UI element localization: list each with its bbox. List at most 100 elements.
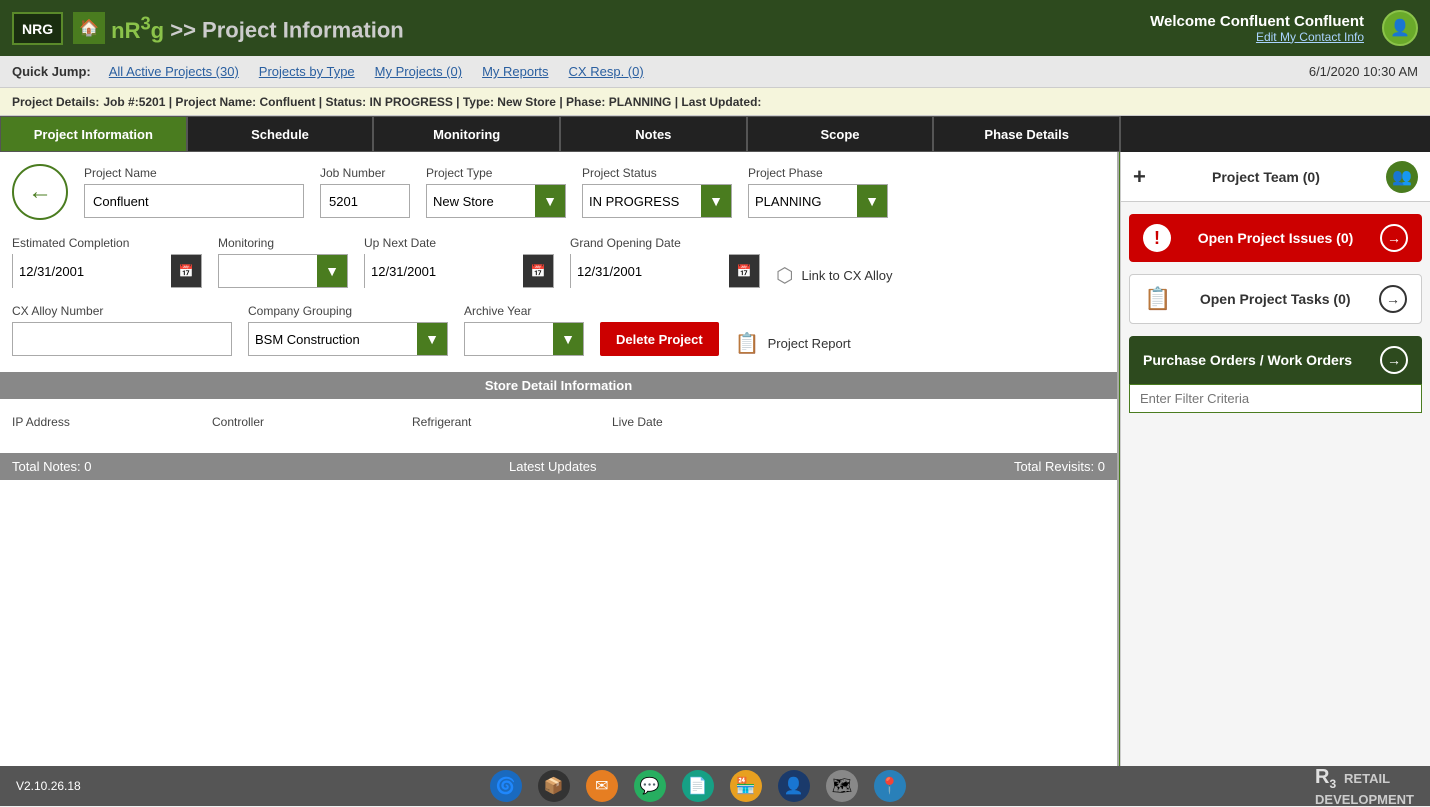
quick-jump-my-reports[interactable]: My Reports <box>474 64 556 79</box>
retail-logo: R3 RETAILDEVELOPMENT <box>1315 766 1414 807</box>
project-phase-group: Project Phase PLANNING ACTIVE CLOSED ▼ <box>748 166 888 218</box>
monitoring-select-wrapper: Yes No ▼ <box>218 254 348 288</box>
monitoring-label: Monitoring <box>218 236 348 250</box>
app-header: NRG 🏠 nR3g >> Project Information Welcom… <box>0 0 1430 56</box>
add-team-member-button[interactable]: + <box>1133 164 1146 190</box>
tab-phase-details[interactable]: Phase Details <box>933 116 1120 152</box>
project-name-input[interactable] <box>84 184 304 218</box>
tab-notes[interactable]: Notes <box>560 116 747 152</box>
right-panel: + Project Team (0) 👥 ! Open Project Issu… <box>1120 152 1430 766</box>
company-grouping-select[interactable]: BSM Construction Other <box>249 328 417 351</box>
cx-alloy-icon: ⬡ <box>776 263 793 288</box>
project-status-select[interactable]: IN PROGRESS COMPLETE ON HOLD <box>583 190 701 213</box>
header-right: Welcome Confluent Confluent Edit My Cont… <box>1150 13 1364 44</box>
link-cx-alloy-btn[interactable]: ⬡ Link to CX Alloy <box>776 263 893 288</box>
tab-schedule[interactable]: Schedule <box>187 116 374 152</box>
tasks-label: Open Project Tasks (0) <box>1200 291 1351 307</box>
job-number-input[interactable] <box>320 184 410 218</box>
up-next-input[interactable] <box>365 254 523 288</box>
powo-section[interactable]: Purchase Orders / Work Orders → <box>1129 336 1422 384</box>
tab-scope[interactable]: Scope <box>747 116 934 152</box>
monitoring-dropdown-btn[interactable]: ▼ <box>317 255 347 287</box>
est-completion-date-wrapper: 📅 <box>12 254 202 288</box>
total-notes: Total Notes: 0 <box>12 459 92 474</box>
grand-opening-label: Grand Opening Date <box>570 236 760 250</box>
avatar: 👤 <box>1382 10 1418 46</box>
project-status-dropdown-btn[interactable]: ▼ <box>701 185 731 217</box>
version-label: V2.10.26.18 <box>16 779 81 793</box>
monitoring-group: Monitoring Yes No ▼ <box>218 236 348 288</box>
archive-year-select-wrapper: 2020 2021 ▼ <box>464 322 584 356</box>
footer: V2.10.26.18 🌀 📦 ✉ 💬 📄 🏪 👤 🗺 📍 R3 RETAILD… <box>0 766 1430 806</box>
grand-opening-group: Grand Opening Date 📅 <box>570 236 760 288</box>
cx-alloy-label: CX Alloy Number <box>12 304 232 318</box>
project-phase-select[interactable]: PLANNING ACTIVE CLOSED <box>749 190 857 213</box>
project-phase-dropdown-btn[interactable]: ▼ <box>857 185 887 217</box>
project-phase-label: Project Phase <box>748 166 888 180</box>
job-number-label: Job Number <box>320 166 410 180</box>
project-status-label: Project Status <box>582 166 732 180</box>
grand-opening-calendar-btn[interactable]: 📅 <box>729 255 759 287</box>
project-type-dropdown-btn[interactable]: ▼ <box>535 185 565 217</box>
cx-alloy-input[interactable] <box>12 322 232 356</box>
footer-icon-4[interactable]: 💬 <box>634 770 666 802</box>
team-icon: 👥 <box>1386 161 1418 193</box>
header-left: NRG 🏠 nR3g >> Project Information <box>12 12 404 45</box>
project-report-label: Project Report <box>768 336 851 351</box>
company-grouping-select-wrapper: BSM Construction Other ▼ <box>248 322 448 356</box>
project-details-bar: Project Details: Job #:5201 | Project Na… <box>0 88 1430 116</box>
footer-icon-7[interactable]: 👤 <box>778 770 810 802</box>
archive-year-dropdown-btn[interactable]: ▼ <box>553 323 583 355</box>
delete-project-button[interactable]: Delete Project <box>600 322 719 356</box>
footer-icon-2[interactable]: 📦 <box>538 770 570 802</box>
quick-jump-my-projects[interactable]: My Projects (0) <box>367 64 470 79</box>
grand-opening-input[interactable] <box>571 254 729 288</box>
quick-jump-by-type[interactable]: Projects by Type <box>251 64 363 79</box>
est-completion-calendar-btn[interactable]: 📅 <box>171 255 201 287</box>
footer-icon-6[interactable]: 🏪 <box>730 770 762 802</box>
project-status-select-wrapper: IN PROGRESS COMPLETE ON HOLD ▼ <box>582 184 732 218</box>
open-project-tasks-button[interactable]: 📋 Open Project Tasks (0) → <box>1129 274 1422 324</box>
footer-icon-8[interactable]: 🗺 <box>826 770 858 802</box>
company-grouping-label: Company Grouping <box>248 304 448 318</box>
footer-icon-3[interactable]: ✉ <box>586 770 618 802</box>
tab-project-information[interactable]: Project Information <box>0 116 187 152</box>
grand-opening-date-wrapper: 📅 <box>570 254 760 288</box>
open-project-issues-button[interactable]: ! Open Project Issues (0) → <box>1129 214 1422 262</box>
ip-address-label: IP Address <box>12 415 182 429</box>
footer-icon-1[interactable]: 🌀 <box>490 770 522 802</box>
edit-contact-link[interactable]: Edit My Contact Info <box>1150 30 1364 44</box>
up-next-calendar-btn[interactable]: 📅 <box>523 255 553 287</box>
est-completion-input[interactable] <box>13 254 171 288</box>
project-report-btn[interactable]: 📋 Project Report <box>735 331 851 356</box>
project-report-icon: 📋 <box>735 331 760 356</box>
powo-arrow-icon: → <box>1380 346 1408 374</box>
tab-monitoring[interactable]: Monitoring <box>373 116 560 152</box>
link-cx-alloy-label: Link to CX Alloy <box>801 268 892 283</box>
project-status-group: Project Status IN PROGRESS COMPLETE ON H… <box>582 166 732 218</box>
est-completion-group: Estimated Completion 📅 <box>12 236 202 288</box>
quick-jump-cx-resp[interactable]: CX Resp. (0) <box>561 64 652 79</box>
project-type-select[interactable]: New Store Remodel Service <box>427 190 535 213</box>
monitoring-select[interactable]: Yes No <box>219 260 317 283</box>
archive-year-select[interactable]: 2020 2021 <box>465 328 553 351</box>
quick-jump-all-active[interactable]: All Active Projects (30) <box>101 64 247 79</box>
est-completion-label: Estimated Completion <box>12 236 202 250</box>
app-title: nR3g >> Project Information <box>111 12 404 43</box>
project-details-label: Project Details: <box>12 95 99 109</box>
live-date-label: Live Date <box>612 415 782 429</box>
project-name-group: Project Name <box>84 166 304 218</box>
tasks-arrow-icon: → <box>1379 285 1407 313</box>
total-revisits: Total Revisits: 0 <box>1014 459 1105 474</box>
back-button[interactable]: ← <box>12 164 68 220</box>
quick-jump-bar: Quick Jump: All Active Projects (30) Pro… <box>0 56 1430 88</box>
footer-icon-5[interactable]: 📄 <box>682 770 714 802</box>
project-phase-select-wrapper: PLANNING ACTIVE CLOSED ▼ <box>748 184 888 218</box>
footer-icon-9[interactable]: 📍 <box>874 770 906 802</box>
quick-jump-label: Quick Jump: <box>12 64 91 79</box>
up-next-group: Up Next Date 📅 <box>364 236 554 288</box>
store-detail-header: Store Detail Information <box>0 372 1117 399</box>
company-grouping-dropdown-btn[interactable]: ▼ <box>417 323 447 355</box>
powo-filter-input[interactable] <box>1129 384 1422 413</box>
refrigerant-label: Refrigerant <box>412 415 582 429</box>
